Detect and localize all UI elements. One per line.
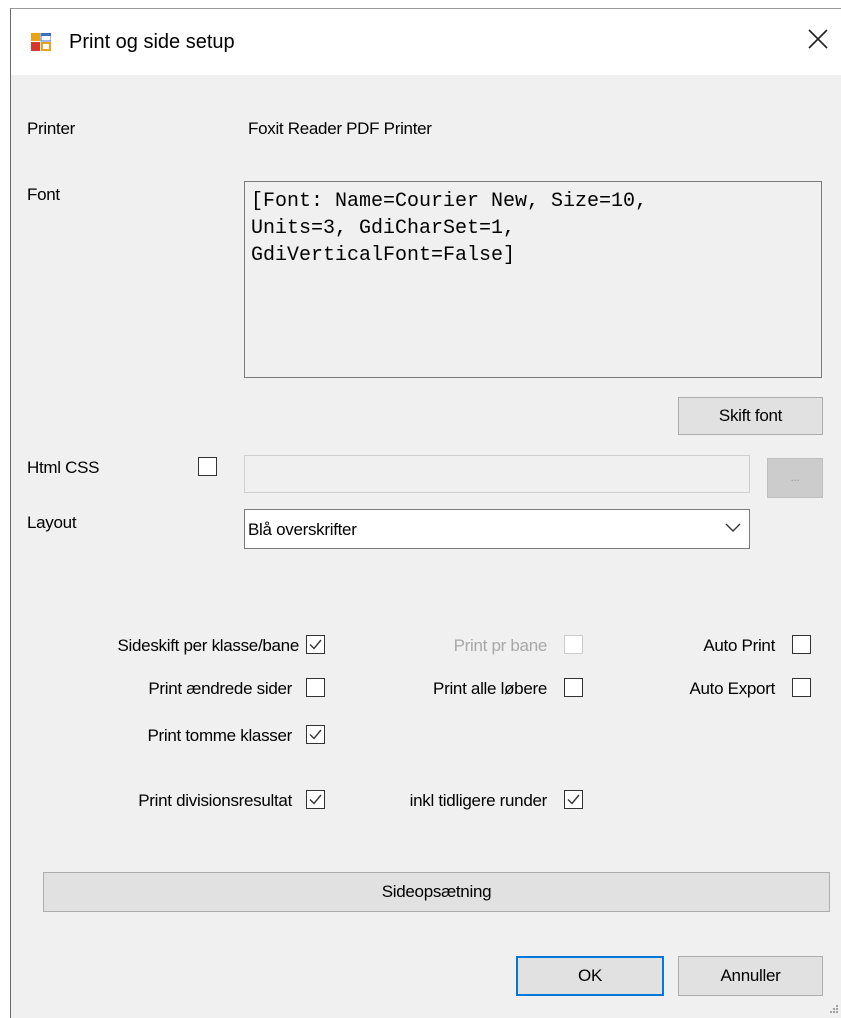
print-tomme-checkbox[interactable] [306, 725, 325, 744]
layout-select[interactable]: Blå overskrifter [244, 509, 750, 549]
layout-label: Layout [27, 513, 77, 532]
resize-grip-icon[interactable] [829, 1004, 839, 1014]
font-label: Font [27, 185, 60, 204]
auto-print-checkbox[interactable] [792, 635, 811, 654]
title-bar[interactable]: Print og side setup [11, 9, 841, 75]
checkmark-icon [309, 729, 322, 740]
print-alle-checkbox[interactable] [564, 678, 583, 697]
print-division-checkbox[interactable] [306, 790, 325, 809]
sideskift-label: Sideskift per klasse/bane [117, 636, 300, 655]
inkl-tidligere-label: inkl tidligere runder [409, 791, 548, 810]
page-setup-button[interactable]: Sideopsætning [43, 872, 830, 912]
app-icon [31, 33, 51, 51]
html-css-path-input[interactable] [244, 455, 750, 493]
checkmark-icon [309, 794, 322, 805]
browse-css-button[interactable]: ... [767, 458, 823, 498]
printer-value: Foxit Reader PDF Printer [248, 119, 432, 138]
print-pr-bane-label: Print pr bane [453, 636, 548, 655]
checkmark-icon [309, 639, 322, 650]
print-aendrede-label: Print ændrede sider [148, 679, 292, 698]
print-aendrede-checkbox[interactable] [306, 678, 325, 697]
inkl-tidligere-checkbox[interactable] [564, 790, 583, 809]
change-font-button[interactable]: Skift font [678, 397, 823, 435]
chevron-down-icon [725, 523, 741, 532]
cancel-button[interactable]: Annuller [678, 956, 823, 996]
window-title: Print og side setup [69, 31, 235, 53]
auto-print-label: Auto Print [703, 636, 775, 655]
print-pr-bane-checkbox[interactable] [564, 635, 583, 654]
html-css-checkbox[interactable] [198, 457, 217, 476]
print-alle-label: Print alle løbere [433, 679, 547, 698]
dialog-window: Print og side setup Printer Foxit Reader… [10, 8, 841, 1018]
auto-export-checkbox[interactable] [792, 678, 811, 697]
sideskift-checkbox[interactable] [306, 635, 325, 654]
layout-selected-value: Blå overskrifter [248, 520, 357, 539]
print-tomme-label: Print tomme klasser [147, 726, 292, 745]
ok-button[interactable]: OK [516, 956, 664, 996]
font-description-box: [Font: Name=Courier New, Size=10, Units=… [244, 181, 822, 378]
checkmark-icon [567, 794, 580, 805]
print-division-label: Print divisionsresultat [138, 791, 292, 810]
close-button[interactable] [800, 21, 836, 57]
close-icon [808, 29, 828, 49]
auto-export-label: Auto Export [689, 679, 775, 698]
printer-label: Printer [27, 119, 75, 138]
html-css-label: Html CSS [27, 458, 100, 477]
